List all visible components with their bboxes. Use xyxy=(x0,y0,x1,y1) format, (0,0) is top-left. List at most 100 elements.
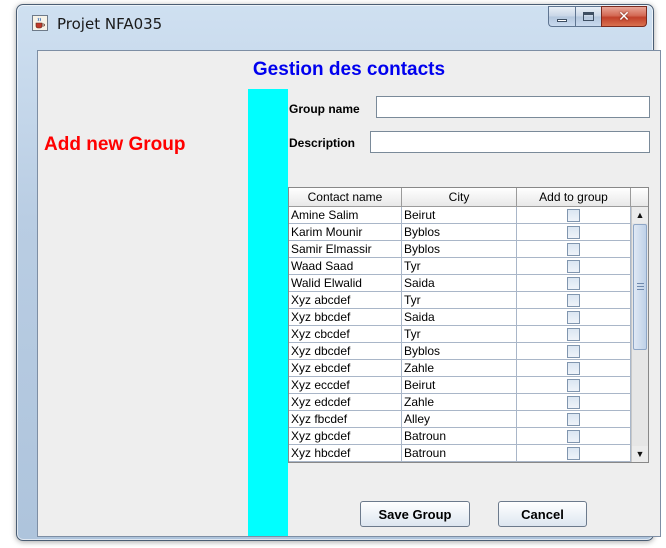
add-to-group-cell[interactable] xyxy=(517,343,631,360)
add-to-group-checkbox[interactable] xyxy=(567,395,580,409)
scroll-down-arrow-icon[interactable]: ▼ xyxy=(632,446,648,462)
add-to-group-checkbox[interactable] xyxy=(567,412,580,426)
city-cell[interactable]: Batroun xyxy=(402,445,517,462)
title-bar[interactable]: Projet NFA035 ✕ xyxy=(17,5,653,41)
header-corner xyxy=(631,188,648,207)
table-row[interactable]: Xyz edcdef Zahle xyxy=(289,394,631,411)
close-button[interactable]: ✕ xyxy=(601,6,647,27)
table-header: Contact name City Add to group xyxy=(289,188,648,207)
contact-name-cell[interactable]: Xyz ebcdef xyxy=(289,360,402,377)
table-row[interactable]: Xyz bbcdef Saida xyxy=(289,309,631,326)
add-to-group-checkbox[interactable] xyxy=(567,327,580,341)
city-cell[interactable]: Zahle xyxy=(402,394,517,411)
city-cell[interactable]: Tyr xyxy=(402,258,517,275)
group-name-input[interactable] xyxy=(376,96,650,118)
grip-line xyxy=(637,283,644,284)
add-to-group-checkbox[interactable] xyxy=(567,276,580,290)
cancel-button[interactable]: Cancel xyxy=(498,501,587,527)
add-to-group-checkbox[interactable] xyxy=(567,242,580,256)
table-row[interactable]: Xyz gbcdef Batroun xyxy=(289,428,631,445)
add-to-group-checkbox[interactable] xyxy=(567,208,580,222)
add-to-group-cell[interactable] xyxy=(517,360,631,377)
add-to-group-checkbox[interactable] xyxy=(567,225,580,239)
column-header-add-to-group[interactable]: Add to group xyxy=(517,188,631,207)
java-cup-icon[interactable] xyxy=(32,15,48,31)
table-row[interactable]: Xyz dbcdef Byblos xyxy=(289,343,631,360)
add-to-group-checkbox[interactable] xyxy=(567,259,580,273)
city-cell[interactable]: Batroun xyxy=(402,428,517,445)
save-group-button[interactable]: Save Group xyxy=(360,501,470,527)
table-row[interactable]: Xyz cbcdef Tyr xyxy=(289,326,631,343)
add-to-group-cell[interactable] xyxy=(517,411,631,428)
add-to-group-cell[interactable] xyxy=(517,377,631,394)
app-window: Projet NFA035 ✕ Gestion des contacts Add… xyxy=(16,4,661,541)
city-cell[interactable]: Saida xyxy=(402,275,517,292)
contact-name-cell[interactable]: Xyz gbcdef xyxy=(289,428,402,445)
table-row[interactable]: Amine Salim Beirut xyxy=(289,207,631,224)
table-row[interactable]: Karim Mounir Byblos xyxy=(289,224,631,241)
contact-name-cell[interactable]: Xyz edcdef xyxy=(289,394,402,411)
scroll-thumb[interactable] xyxy=(633,224,647,350)
column-header-contact-name[interactable]: Contact name xyxy=(289,188,402,207)
table-row[interactable]: Xyz eccdef Beirut xyxy=(289,377,631,394)
add-to-group-cell[interactable] xyxy=(517,309,631,326)
city-cell[interactable]: Alley xyxy=(402,411,517,428)
city-cell[interactable]: Tyr xyxy=(402,292,517,309)
contacts-table: Contact name City Add to group Amine Sal… xyxy=(288,187,649,463)
maximize-icon xyxy=(583,12,594,21)
city-cell[interactable]: Saida xyxy=(402,309,517,326)
add-to-group-cell[interactable] xyxy=(517,326,631,343)
table-row[interactable]: Xyz abcdef Tyr xyxy=(289,292,631,309)
add-to-group-cell[interactable] xyxy=(517,258,631,275)
contact-name-cell[interactable]: Samir Elmassir xyxy=(289,241,402,258)
minimize-button[interactable] xyxy=(548,6,575,27)
scroll-up-arrow-icon[interactable]: ▲ xyxy=(632,207,648,223)
city-cell[interactable]: Tyr xyxy=(402,326,517,343)
add-to-group-checkbox[interactable] xyxy=(567,429,580,443)
add-to-group-cell[interactable] xyxy=(517,292,631,309)
contact-name-cell[interactable]: Xyz dbcdef xyxy=(289,343,402,360)
table-scrollbar[interactable]: ▲ ▼ xyxy=(631,207,648,462)
add-to-group-cell[interactable] xyxy=(517,224,631,241)
grip-line xyxy=(637,289,644,290)
contact-name-cell[interactable]: Xyz cbcdef xyxy=(289,326,402,343)
contact-name-cell[interactable]: Xyz hbcdef xyxy=(289,445,402,462)
maximize-button[interactable] xyxy=(575,6,601,27)
add-to-group-cell[interactable] xyxy=(517,241,631,258)
city-cell[interactable]: Beirut xyxy=(402,207,517,224)
table-row[interactable]: Waad Saad Tyr xyxy=(289,258,631,275)
city-cell[interactable]: Beirut xyxy=(402,377,517,394)
add-to-group-checkbox[interactable] xyxy=(567,310,580,324)
add-to-group-cell[interactable] xyxy=(517,428,631,445)
add-to-group-checkbox[interactable] xyxy=(567,446,580,460)
add-to-group-checkbox[interactable] xyxy=(567,378,580,392)
table-row[interactable]: Xyz hbcdef Batroun xyxy=(289,445,631,462)
city-cell[interactable]: Byblos xyxy=(402,343,517,360)
contact-name-cell[interactable]: Walid Elwalid xyxy=(289,275,402,292)
table-row[interactable]: Xyz ebcdef Zahle xyxy=(289,360,631,377)
description-input[interactable] xyxy=(370,131,650,153)
add-to-group-checkbox[interactable] xyxy=(567,293,580,307)
add-to-group-cell[interactable] xyxy=(517,207,631,224)
table-row[interactable]: Walid Elwalid Saida xyxy=(289,275,631,292)
contact-name-cell[interactable]: Xyz abcdef xyxy=(289,292,402,309)
window-title: Projet NFA035 xyxy=(57,15,163,33)
contact-name-cell[interactable]: Karim Mounir xyxy=(289,224,402,241)
contact-name-cell[interactable]: Xyz fbcdef xyxy=(289,411,402,428)
city-cell[interactable]: Zahle xyxy=(402,360,517,377)
city-cell[interactable]: Byblos xyxy=(402,241,517,258)
add-to-group-cell[interactable] xyxy=(517,275,631,292)
contact-name-cell[interactable]: Xyz eccdef xyxy=(289,377,402,394)
contact-name-cell[interactable]: Xyz bbcdef xyxy=(289,309,402,326)
table-row[interactable]: Xyz fbcdef Alley xyxy=(289,411,631,428)
add-to-group-cell[interactable] xyxy=(517,445,631,462)
city-cell[interactable]: Byblos xyxy=(402,224,517,241)
contact-name-cell[interactable]: Waad Saad xyxy=(289,258,402,275)
column-header-city[interactable]: City xyxy=(402,188,517,207)
add-to-group-cell[interactable] xyxy=(517,394,631,411)
table-row[interactable]: Samir Elmassir Byblos xyxy=(289,241,631,258)
add-to-group-checkbox[interactable] xyxy=(567,344,580,358)
client-area: Gestion des contacts Add new Group Group… xyxy=(37,50,661,537)
contact-name-cell[interactable]: Amine Salim xyxy=(289,207,402,224)
add-to-group-checkbox[interactable] xyxy=(567,361,580,375)
